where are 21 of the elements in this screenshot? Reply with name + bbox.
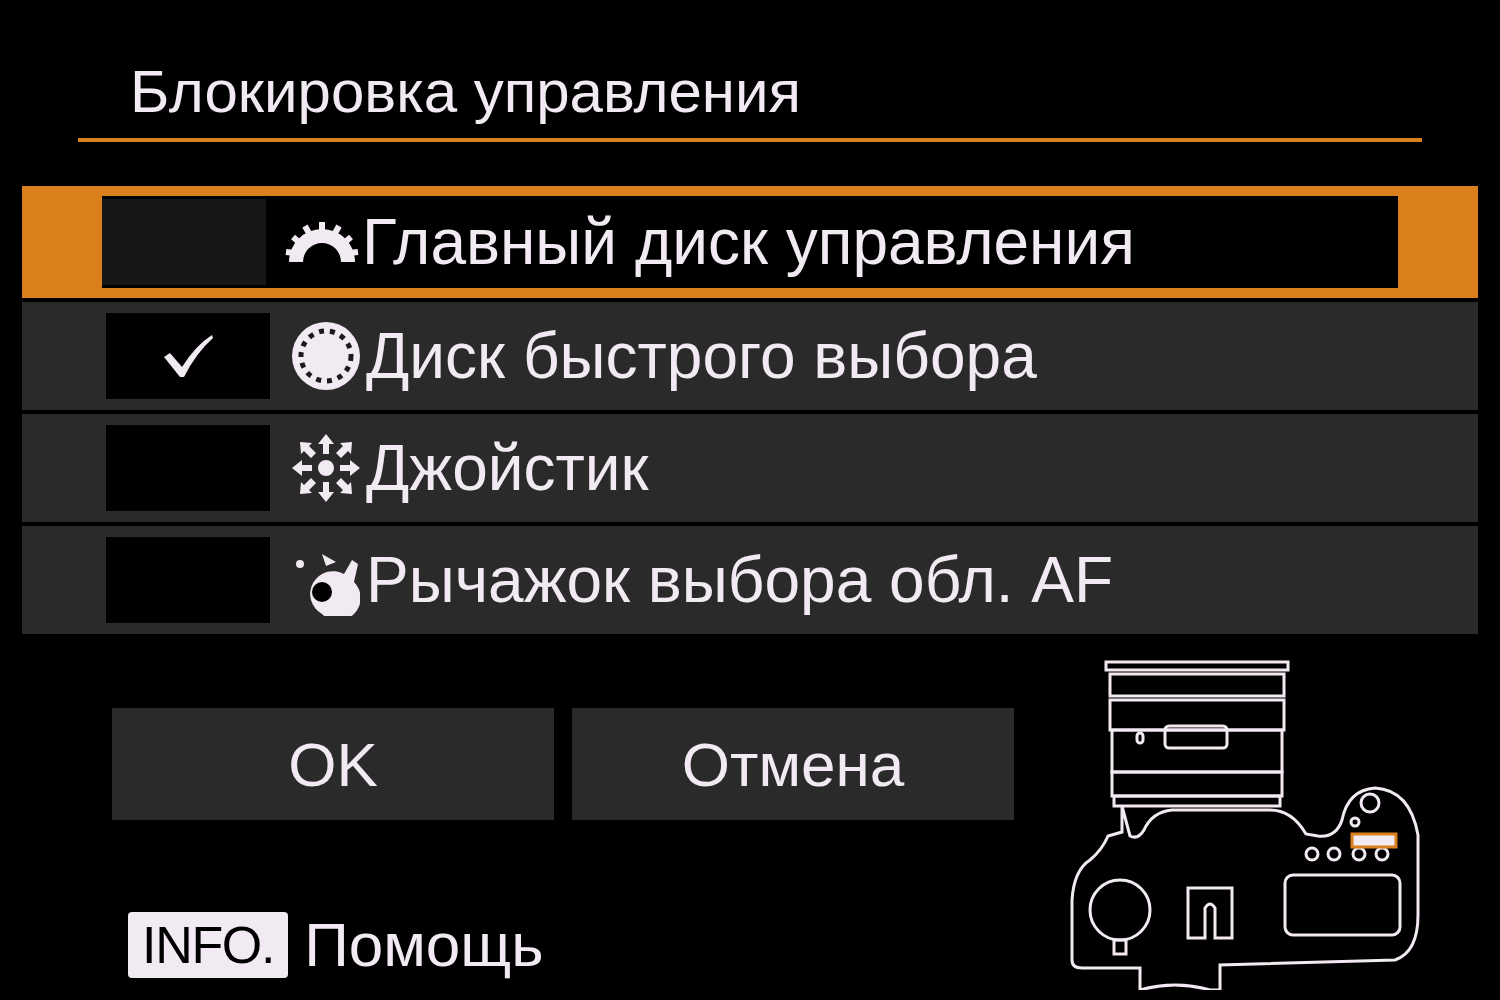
menu-row[interactable]: Главный диск управления: [22, 186, 1478, 298]
checkbox[interactable]: [102, 199, 266, 285]
checkbox[interactable]: [106, 537, 270, 623]
info-key-badge: INFO.: [128, 912, 289, 978]
menu-row[interactable]: Рычажок выбора обл. AF: [22, 526, 1478, 634]
menu-row[interactable]: Диск быстрого выбора: [22, 302, 1478, 410]
checkbox[interactable]: [106, 425, 270, 511]
check-icon: [162, 333, 214, 379]
screen-title: Блокировка управления: [130, 57, 801, 127]
option-label: Диск быстрого выбора: [366, 319, 1037, 394]
help-label: Помощь: [304, 910, 544, 980]
menu-row[interactable]: Джойстик: [22, 414, 1478, 522]
option-label: Главный диск управления: [362, 205, 1135, 280]
gear-arc-icon: [285, 220, 359, 264]
multi-arrow-icon: [290, 432, 362, 504]
checkbox[interactable]: [106, 313, 270, 399]
dialog-button[interactable]: Отмена: [572, 708, 1014, 820]
option-label: Рычажок выбора обл. AF: [366, 543, 1114, 618]
dial-icon: [290, 320, 362, 392]
option-label: Джойстик: [366, 431, 649, 506]
dialog-button[interactable]: OK: [112, 708, 554, 820]
